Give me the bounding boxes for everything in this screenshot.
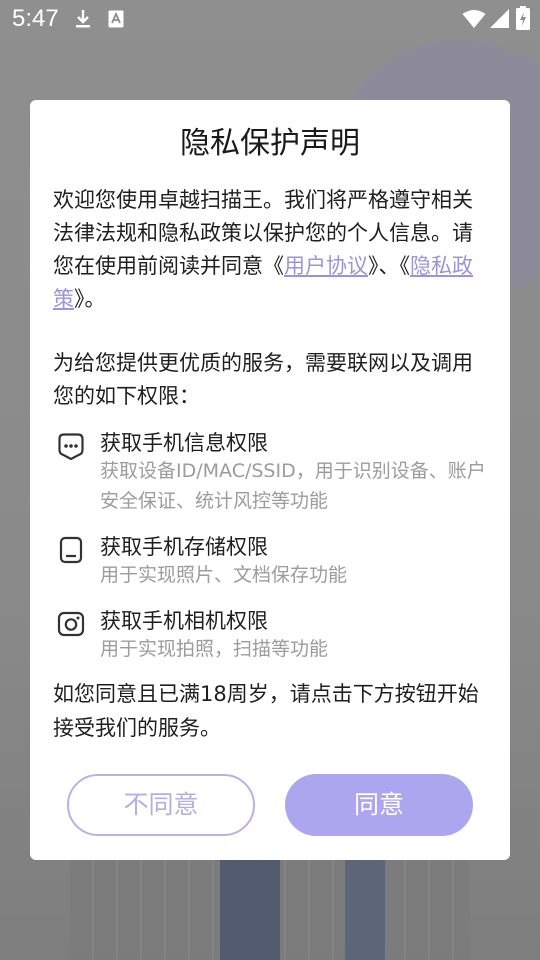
background-decoration: [220, 860, 280, 960]
intro-paragraph: 欢迎您使用卓越扫描王。我们将严格遵守相关法律法规和隐私政策以保护您的个人信息。请…: [53, 184, 487, 316]
permission-description: 用于实现拍照，扫描等功能: [100, 638, 329, 660]
signal-icon: [490, 9, 509, 28]
status-bar: 5:47: [0, 0, 540, 40]
background-decoration: [345, 860, 385, 960]
agree-button[interactable]: 同意: [285, 774, 473, 836]
permission-description: 获取设备ID/MAC/SSID，用于识别设备、账户安全保证、统计风控等功能: [100, 460, 486, 512]
intro-text: 》、《: [368, 254, 410, 278]
intro-text: 》。: [74, 287, 106, 311]
a-notification-icon: [108, 10, 124, 28]
disagree-button[interactable]: 不同意: [67, 774, 255, 836]
status-time: 5:47: [12, 5, 59, 32]
permission-title: 获取手机相机权限: [100, 609, 268, 633]
user-agreement-link[interactable]: 用户协议: [284, 254, 368, 278]
age-notice-text: 如您同意且已满18周岁，请点击下方按钮开始接受我们的服务。: [53, 682, 479, 740]
download-icon: [76, 10, 90, 28]
battery-charging-icon: [516, 6, 530, 30]
phone-info-icon: [58, 433, 84, 460]
dialog-title: 隐私保护声明: [180, 126, 360, 161]
service-intro-text: 为给您提供更优质的服务，需要联网以及调用您的如下权限：: [53, 351, 473, 408]
camera-icon: [57, 611, 85, 637]
wifi-icon: [462, 10, 486, 28]
permission-title: 获取手机存储权限: [100, 535, 268, 559]
privacy-dialog: 隐私保护声明 欢迎您使用卓越扫描王。我们将严格遵守相关法律法规和隐私政策以保护您…: [30, 100, 510, 860]
permission-title: 获取手机信息权限: [100, 431, 268, 455]
permission-description: 用于实现照片、文档保存功能: [100, 564, 348, 586]
storage-icon: [59, 536, 83, 564]
